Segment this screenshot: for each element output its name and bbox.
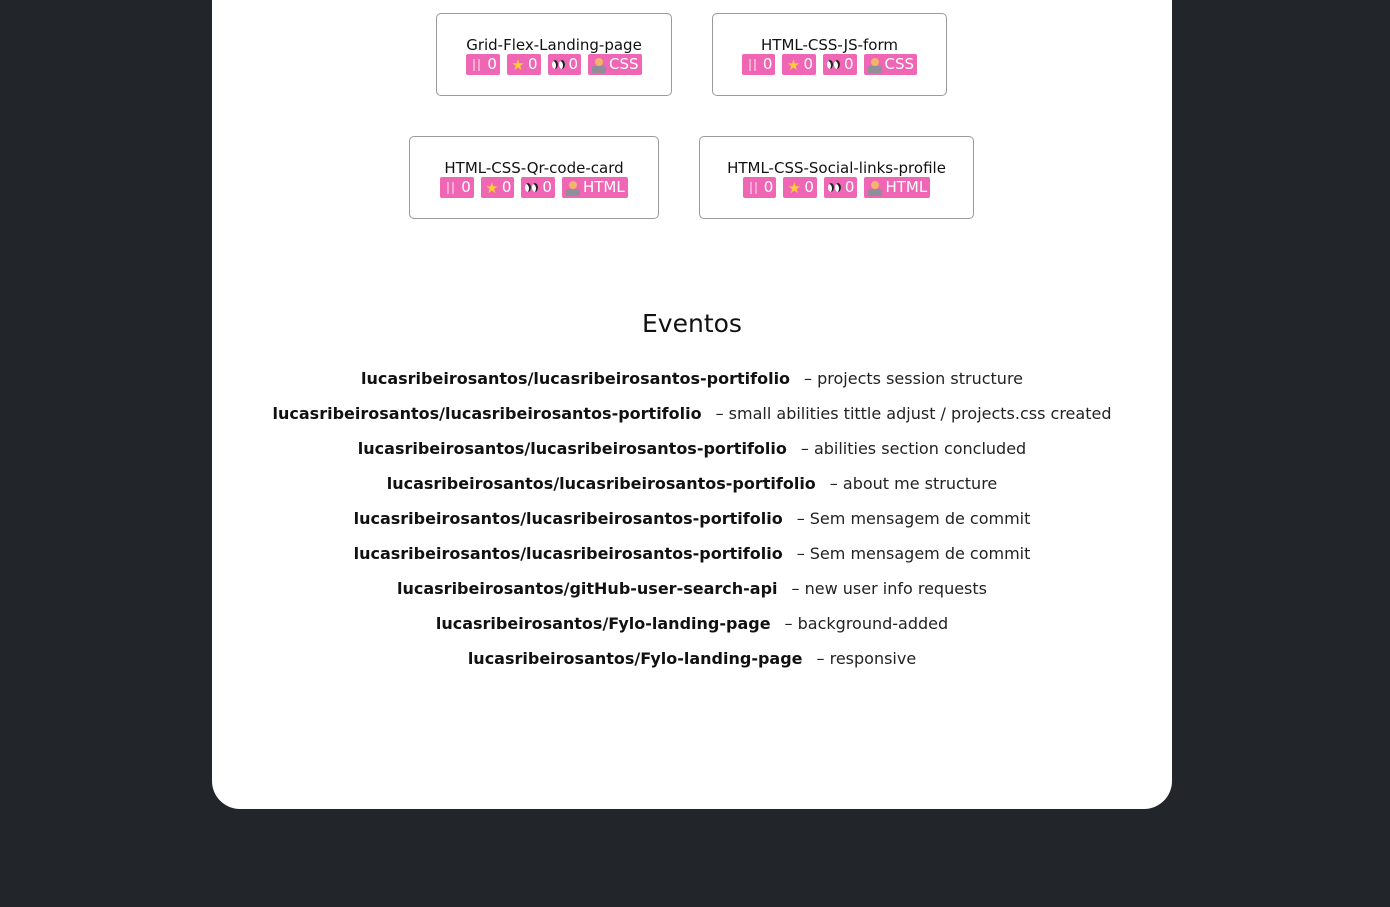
fork-icon bbox=[469, 57, 485, 73]
watchers-count: 0 bbox=[542, 178, 552, 196]
coder-icon bbox=[867, 57, 883, 73]
forks-count: 0 bbox=[763, 178, 774, 196]
event-repo-link[interactable]: lucasribeirosantos/lucasribeirosantos-po… bbox=[358, 439, 787, 458]
event-message: – new user info requests bbox=[791, 579, 987, 598]
fork-icon bbox=[746, 180, 762, 196]
event-message: – Sem mensagem de commit bbox=[796, 509, 1031, 528]
star-icon: ★ bbox=[485, 178, 499, 197]
watchers-badge: 0 bbox=[823, 177, 858, 198]
events-list: lucasribeirosantos/lucasribeirosantos-po… bbox=[212, 368, 1172, 683]
event-repo-link[interactable]: lucasribeirosantos/lucasribeirosantos-po… bbox=[387, 474, 816, 493]
fork-icon bbox=[745, 57, 761, 73]
coder-icon bbox=[867, 180, 883, 196]
project-card[interactable]: Grid-Flex-Landing-page 0 ★ 0 0 CSS bbox=[436, 13, 672, 96]
project-stats: 0 ★ 0 0 HTML bbox=[700, 177, 973, 198]
project-stats: 0 ★ 0 0 HTML bbox=[410, 177, 658, 198]
event-repo-link[interactable]: lucasribeirosantos/lucasribeirosantos-po… bbox=[354, 509, 783, 528]
forks-badge: 0 bbox=[466, 54, 500, 75]
event-repo-link[interactable]: lucasribeirosantos/Fylo-landing-page bbox=[468, 649, 803, 668]
watchers-badge: 0 bbox=[823, 54, 857, 75]
forks-badge: 0 bbox=[742, 177, 777, 198]
language-badge: CSS bbox=[863, 54, 918, 75]
project-card[interactable]: HTML-CSS-JS-form 0 ★ 0 0 CSS bbox=[712, 13, 947, 96]
event-repo-link[interactable]: lucasribeirosantos/gitHub-user-search-ap… bbox=[397, 579, 778, 598]
watchers-count: 0 bbox=[568, 55, 579, 73]
event-item: lucasribeirosantos/lucasribeirosantos-po… bbox=[212, 403, 1172, 438]
event-message: – small abilities tittle adjust / projec… bbox=[715, 404, 1112, 423]
language-badge: HTML bbox=[864, 177, 931, 198]
project-card[interactable]: HTML-CSS-Qr-code-card 0 ★ 0 0 HTML bbox=[409, 136, 659, 219]
forks-badge: 0 bbox=[440, 177, 474, 198]
stars-badge: ★ 0 bbox=[782, 54, 816, 75]
event-message: – abilities section concluded bbox=[800, 439, 1027, 458]
event-item: lucasribeirosantos/Fylo-landing-page – re… bbox=[212, 648, 1172, 683]
coder-icon bbox=[591, 57, 607, 73]
star-icon: ★ bbox=[511, 55, 525, 74]
event-item: lucasribeirosantos/Fylo-landing-page – ba… bbox=[212, 613, 1172, 648]
content-panel: Grid-Flex-Landing-page 0 ★ 0 0 CSS HTML-C… bbox=[212, 0, 1172, 809]
event-repo-link[interactable]: lucasribeirosantos/lucasribeirosantos-po… bbox=[354, 544, 783, 563]
language-badge: HTML bbox=[561, 177, 628, 198]
event-message: – responsive bbox=[816, 649, 917, 668]
project-name[interactable]: HTML-CSS-Social-links-profile bbox=[700, 159, 973, 177]
language-badge: CSS bbox=[588, 54, 642, 75]
project-stats: 0 ★ 0 0 CSS bbox=[713, 54, 946, 75]
language-label: CSS bbox=[884, 55, 915, 73]
stars-count: 0 bbox=[527, 55, 538, 73]
event-repo-link[interactable]: lucasribeirosantos/lucasribeirosantos-po… bbox=[361, 369, 790, 388]
project-card[interactable]: HTML-CSS-Social-links-profile 0 ★ 0 0 HTM… bbox=[699, 136, 974, 219]
stars-count: 0 bbox=[501, 178, 512, 196]
event-item: lucasribeirosantos/lucasribeirosantos-po… bbox=[212, 438, 1172, 473]
eyes-icon bbox=[826, 57, 842, 73]
project-name[interactable]: HTML-CSS-Qr-code-card bbox=[410, 159, 658, 177]
stars-badge: ★ 0 bbox=[506, 54, 541, 75]
stars-badge: ★ 0 bbox=[783, 177, 817, 198]
language-label: HTML bbox=[582, 178, 625, 196]
watchers-badge: 0 bbox=[547, 54, 582, 75]
event-item: lucasribeirosantos/lucasribeirosantos-po… bbox=[212, 368, 1172, 403]
event-repo-link[interactable]: lucasribeirosantos/lucasribeirosantos-po… bbox=[273, 404, 702, 423]
stars-count: 0 bbox=[803, 55, 813, 73]
star-icon: ★ bbox=[786, 55, 801, 74]
watchers-count: 0 bbox=[844, 178, 855, 196]
event-item: lucasribeirosantos/lucasribeirosantos-po… bbox=[212, 473, 1172, 508]
forks-badge: 0 bbox=[741, 54, 776, 75]
language-label: HTML bbox=[885, 178, 928, 196]
star-icon: ★ bbox=[787, 178, 802, 197]
event-message: – background-added bbox=[784, 614, 949, 633]
project-name[interactable]: Grid-Flex-Landing-page bbox=[437, 36, 671, 54]
events-section-title: Eventos bbox=[642, 309, 742, 338]
eyes-icon bbox=[524, 180, 540, 196]
stars-count: 0 bbox=[804, 178, 814, 196]
forks-count: 0 bbox=[487, 55, 497, 73]
event-item: lucasribeirosantos/gitHub-user-search-ap… bbox=[212, 578, 1172, 613]
fork-icon bbox=[443, 180, 459, 196]
forks-count: 0 bbox=[461, 178, 471, 196]
event-item: lucasribeirosantos/lucasribeirosantos-po… bbox=[212, 508, 1172, 543]
eyes-icon bbox=[827, 180, 843, 196]
stars-badge: ★ 0 bbox=[480, 177, 515, 198]
event-message: – about me structure bbox=[829, 474, 998, 493]
watchers-count: 0 bbox=[844, 55, 854, 73]
language-label: CSS bbox=[609, 55, 639, 73]
event-message: – Sem mensagem de commit bbox=[796, 544, 1031, 563]
event-repo-link[interactable]: lucasribeirosantos/Fylo-landing-page bbox=[436, 614, 771, 633]
forks-count: 0 bbox=[762, 55, 773, 73]
watchers-badge: 0 bbox=[521, 177, 555, 198]
event-item: lucasribeirosantos/lucasribeirosantos-po… bbox=[212, 543, 1172, 578]
event-message: – projects session structure bbox=[804, 369, 1024, 388]
project-stats: 0 ★ 0 0 CSS bbox=[437, 54, 671, 75]
project-name[interactable]: HTML-CSS-JS-form bbox=[713, 36, 946, 54]
eyes-icon bbox=[551, 57, 567, 73]
coder-icon bbox=[565, 180, 581, 196]
